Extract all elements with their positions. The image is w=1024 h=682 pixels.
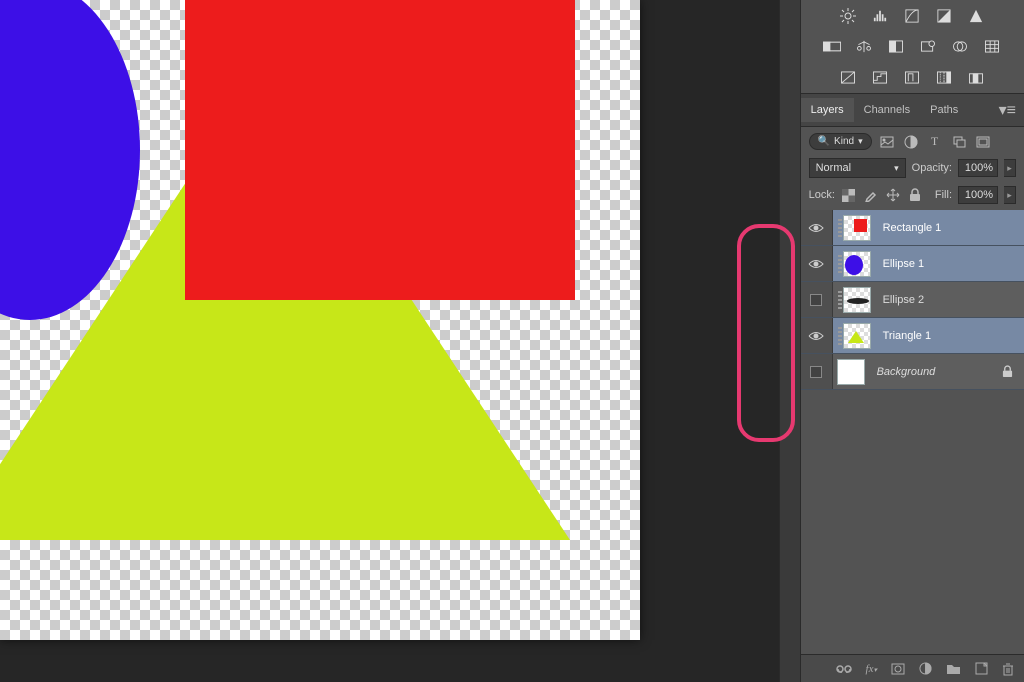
lock-transparent-icon[interactable] <box>841 187 857 203</box>
layer-name[interactable]: Rectangle 1 <box>875 222 1024 234</box>
filter-kind-select[interactable]: 🔍Kind▾ <box>809 133 872 150</box>
lock-label: Lock: <box>809 189 835 201</box>
lock-icon <box>1002 365 1024 378</box>
layer-row[interactable]: Ellipse 1 <box>801 246 1024 282</box>
layer-thumbnail[interactable] <box>837 359 865 385</box>
opacity-stepper[interactable]: ▸ <box>1004 159 1016 177</box>
visibility-toggle[interactable] <box>801 354 833 389</box>
threshold-icon[interactable] <box>903 70 921 85</box>
layers-empty-area[interactable] <box>801 390 1024 654</box>
tab-channels[interactable]: Channels <box>854 98 920 122</box>
layer-name[interactable]: Ellipse 1 <box>875 258 1024 270</box>
filter-smart-icon[interactable] <box>974 134 992 150</box>
visibility-toggle[interactable] <box>801 246 833 281</box>
bw-icon[interactable] <box>887 39 905 54</box>
layer-thumbnail[interactable] <box>843 287 871 313</box>
exposure-icon[interactable] <box>935 8 953 23</box>
adjustments-row-3 <box>801 62 1024 93</box>
curves-icon[interactable] <box>903 8 921 23</box>
layer-row[interactable]: Background <box>801 354 1024 390</box>
group-icon[interactable] <box>946 663 961 675</box>
tab-layers[interactable]: Layers <box>801 98 854 122</box>
layer-thumbnail[interactable] <box>843 215 871 241</box>
posterize-icon[interactable] <box>871 70 889 85</box>
adjustments-row-1 <box>801 0 1024 31</box>
filter-adjust-icon[interactable] <box>902 134 920 150</box>
layer-name[interactable]: Ellipse 2 <box>875 294 1024 306</box>
layer-name[interactable]: Triangle 1 <box>875 330 1024 342</box>
fill-value[interactable]: 100% <box>958 186 998 204</box>
lock-row: Lock: Fill: 100% ▸ <box>809 186 1016 204</box>
hue-icon[interactable] <box>823 39 841 54</box>
visibility-toggle[interactable] <box>801 210 833 245</box>
mask-icon[interactable] <box>891 663 905 675</box>
fx-icon[interactable]: fx▾ <box>866 663 877 675</box>
blend-mode-select[interactable]: Normal▾ <box>809 158 906 178</box>
filter-shape-icon[interactable] <box>950 134 968 150</box>
layers-footer: fx▾ <box>801 654 1024 682</box>
levels-icon[interactable] <box>871 8 889 23</box>
photo-filter-icon[interactable] <box>919 39 937 54</box>
layer-thumbnail[interactable] <box>843 323 871 349</box>
layer-row[interactable]: Triangle 1 <box>801 318 1024 354</box>
lock-paint-icon[interactable] <box>863 187 879 203</box>
filter-pixel-icon[interactable] <box>878 134 896 150</box>
trash-icon[interactable] <box>1002 662 1014 676</box>
fill-label: Fill: <box>935 189 952 201</box>
lock-all-icon[interactable] <box>907 187 923 203</box>
layer-thumbnail[interactable] <box>843 251 871 277</box>
layer-filter-row: 🔍Kind▾ T <box>809 133 1016 150</box>
gradient-map-icon[interactable] <box>935 70 953 85</box>
lock-move-icon[interactable] <box>885 187 901 203</box>
document-canvas[interactable] <box>0 0 640 640</box>
layers-panel: 🔍Kind▾ T Normal▾ Opacity: 100% ▸ Lock: <box>801 127 1024 210</box>
new-layer-icon[interactable] <box>975 662 988 675</box>
adjustment-layer-icon[interactable] <box>919 662 932 675</box>
invert-icon[interactable] <box>839 70 857 85</box>
filter-type-icon[interactable]: T <box>926 134 944 150</box>
link-layers-icon[interactable] <box>836 664 852 674</box>
selective-color-icon[interactable] <box>967 70 985 85</box>
layer-name[interactable]: Background <box>869 366 1002 378</box>
lut-icon[interactable] <box>983 39 1001 54</box>
filter-kind-label: Kind <box>834 136 854 147</box>
channel-mixer-icon[interactable] <box>951 39 969 54</box>
canvas-shape-rectangle[interactable] <box>185 0 575 300</box>
opacity-label: Opacity: <box>912 162 952 174</box>
visibility-toggle[interactable] <box>801 282 833 317</box>
panel-menu-icon[interactable]: ▾≡ <box>991 94 1024 126</box>
fill-stepper[interactable]: ▸ <box>1004 186 1016 204</box>
canvas-area[interactable] <box>0 0 779 682</box>
opacity-value[interactable]: 100% <box>958 159 998 177</box>
layer-row[interactable]: Ellipse 2 <box>801 282 1024 318</box>
visibility-toggle[interactable] <box>801 318 833 353</box>
panel-tabs: Layers Channels Paths ▾≡ <box>801 93 1024 127</box>
tab-paths[interactable]: Paths <box>920 98 968 122</box>
canvas-scrollbar-vertical[interactable] <box>779 0 801 682</box>
blend-row: Normal▾ Opacity: 100% ▸ <box>809 158 1016 178</box>
balance-icon[interactable] <box>855 39 873 54</box>
vibrance-icon[interactable] <box>967 8 985 23</box>
layers-list: Rectangle 1 Ellipse 1 Ellipse 2 Triangle… <box>801 210 1024 390</box>
brightness-icon[interactable] <box>839 8 857 23</box>
adjustments-row-2 <box>801 31 1024 62</box>
layer-row[interactable]: Rectangle 1 <box>801 210 1024 246</box>
